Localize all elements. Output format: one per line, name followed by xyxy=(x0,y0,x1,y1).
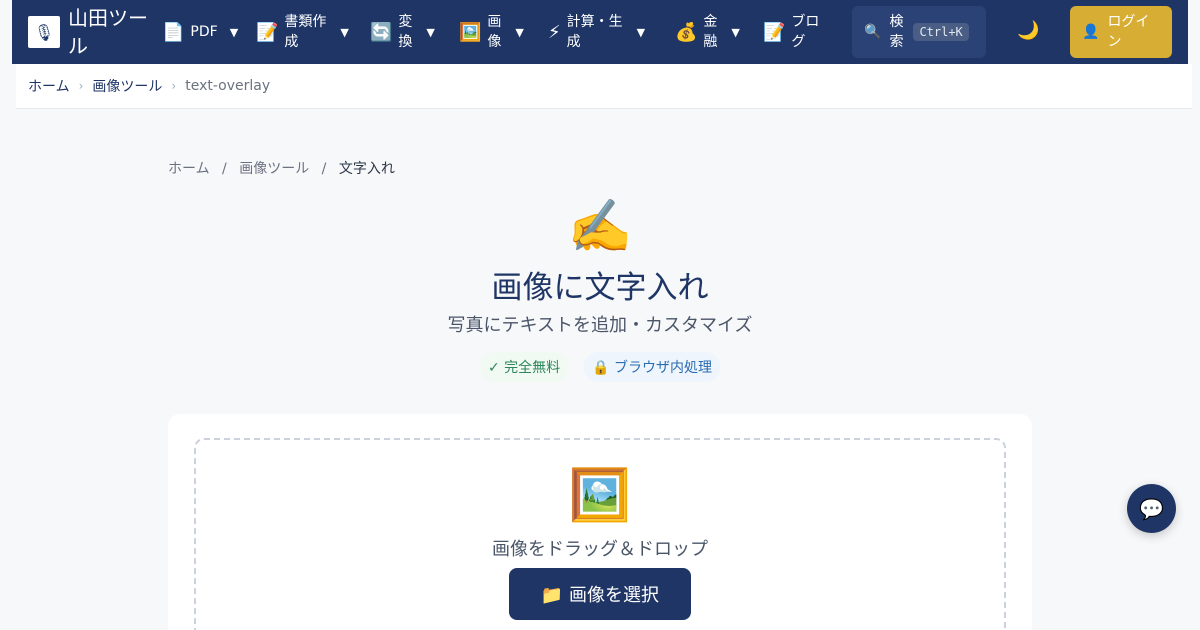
logo-icon: 🎙 xyxy=(28,16,60,48)
nav-item-pdf[interactable]: 📄 PDF ▼ xyxy=(162,0,238,64)
chevron-down-icon: ▼ xyxy=(340,25,349,39)
nav-label: 金融 xyxy=(703,14,718,50)
search-button[interactable]: 🔍 検索 Ctrl+K xyxy=(852,6,986,58)
nav-label: ブログ xyxy=(791,14,820,50)
nav-label: 画像 xyxy=(487,14,502,50)
page-title: 画像に文字入れ xyxy=(491,270,709,306)
site-name: 山田ツール xyxy=(68,6,148,58)
breadcrumb-separator: / xyxy=(222,161,227,177)
chevron-down-icon: ▼ xyxy=(515,25,524,39)
nav-item-image[interactable]: 🖼️ 画像 ▼ xyxy=(459,0,524,64)
breadcrumb-category[interactable]: 画像ツール xyxy=(92,76,162,96)
nav-item-calc[interactable]: ⚡ 計算・生成 ▼ xyxy=(548,0,645,64)
breadcrumb-separator: / xyxy=(321,161,327,177)
breadcrumb-separator: › xyxy=(171,79,177,93)
chat-icon[interactable]: 💬 xyxy=(1127,484,1176,533)
nav-item-finance[interactable]: 💰 金融 ▼ xyxy=(675,0,740,64)
dropzone-text: 画像をドラッグ＆ドロップ xyxy=(492,539,708,560)
top-navbar: 🎙 山田ツール 📄 PDF ▼ 📝 書類作成 ▼ 🔄 変換 ▼ 🖼️ 画像 ▼ … xyxy=(12,0,1188,64)
page-breadcrumb-category[interactable]: 画像ツール xyxy=(239,161,309,177)
breadcrumb-home[interactable]: ホーム xyxy=(28,76,70,96)
page-subtitle: 写真にテキストを追加・カスタマイズ xyxy=(447,315,753,336)
lightning-icon: ⚡ xyxy=(548,21,561,43)
search-label: 検索 xyxy=(889,14,904,50)
search-shortcut: Ctrl+K xyxy=(913,23,969,41)
document-icon: 📄 xyxy=(162,21,185,43)
badge-free: ✓ 完全無料 xyxy=(479,352,569,382)
user-icon: 👤 xyxy=(1082,24,1100,40)
nav-label: 変換 xyxy=(398,14,413,50)
nav-item-documents[interactable]: 📝 書類作成 ▼ xyxy=(256,0,349,64)
nav-label: PDF xyxy=(190,24,218,40)
login-label: ログイン xyxy=(1107,14,1150,50)
chevron-down-icon: ▼ xyxy=(636,25,646,39)
badge-browser-processing: 🔒 ブラウザ内処理 xyxy=(584,352,721,382)
nav-item-blog[interactable]: 📝 ブログ xyxy=(763,0,821,64)
nav-label: 書類作成 xyxy=(284,14,327,50)
breadcrumb-current: text-overlay xyxy=(185,78,271,94)
page-breadcrumb-current: 文字入れ xyxy=(338,161,395,177)
convert-icon: 🔄 xyxy=(370,21,393,43)
money-bag-icon: 💰 xyxy=(675,21,698,43)
chevron-down-icon: ▼ xyxy=(731,25,740,39)
page-breadcrumb-home[interactable]: ホーム xyxy=(168,161,210,177)
chevron-down-icon: ▼ xyxy=(426,25,435,39)
site-logo[interactable]: 🎙 山田ツール xyxy=(28,4,156,60)
memo-icon: 📝 xyxy=(256,21,279,43)
framed-picture-icon: 🖼️ xyxy=(568,466,632,524)
search-icon: 🔍 xyxy=(864,24,882,40)
memo-icon: 📝 xyxy=(763,21,786,43)
writing-hand-icon: ✍️ xyxy=(567,197,633,257)
picture-icon: 🖼️ xyxy=(459,21,482,43)
login-button[interactable]: 👤 ログイン xyxy=(1070,6,1172,58)
select-image-button[interactable]: 📁 画像を選択 xyxy=(509,568,691,620)
breadcrumb: ホーム › 画像ツール › text-overlay xyxy=(16,64,1192,109)
feature-badges: ✓ 完全無料 🔒 ブラウザ内処理 xyxy=(0,352,1200,382)
chevron-down-icon: ▼ xyxy=(229,25,239,39)
breadcrumb-separator: › xyxy=(78,79,84,93)
page-breadcrumb: ホーム / 画像ツール / 文字入れ xyxy=(168,158,395,178)
theme-toggle-icon[interactable]: 🌙 xyxy=(1017,20,1039,41)
nav-item-convert[interactable]: 🔄 変換 ▼ xyxy=(370,0,435,64)
nav-label: 計算・生成 xyxy=(566,14,623,50)
